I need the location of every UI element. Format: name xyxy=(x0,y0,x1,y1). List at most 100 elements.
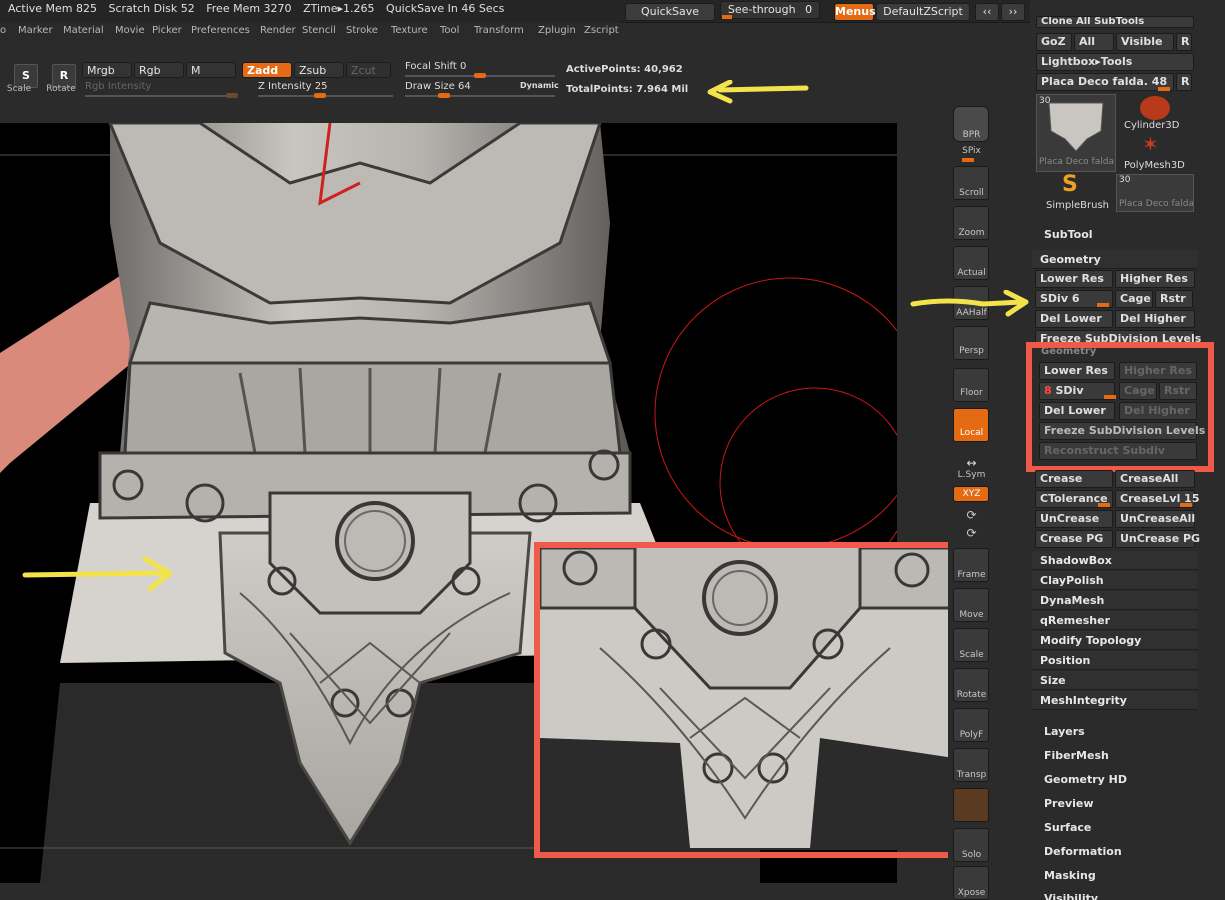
crease-all-button[interactable]: CreaseAll xyxy=(1115,470,1195,488)
inset-higher-res-button[interactable]: Higher Res xyxy=(1119,362,1197,380)
higher-res-button[interactable]: Higher Res xyxy=(1115,270,1195,288)
menu-item-zscript[interactable]: Zscript xyxy=(584,25,619,36)
menu-item-stencil[interactable]: Stencil xyxy=(302,25,336,36)
m-button[interactable]: M xyxy=(186,62,236,78)
layers-section[interactable]: Layers xyxy=(1044,725,1085,738)
dynamic-toggle[interactable]: Dynamic xyxy=(520,81,559,90)
menus-button[interactable]: Menus xyxy=(834,3,876,21)
surface-section[interactable]: Surface xyxy=(1044,821,1091,834)
menu-item-marker[interactable]: Marker xyxy=(18,25,53,36)
mrgb-button[interactable]: Mrgb xyxy=(82,62,132,78)
qremesher-section[interactable]: qRemesher xyxy=(1032,611,1198,630)
right-shelf: BPR SPix Scroll Zoom Actual AAHalf Persp… xyxy=(948,100,995,900)
visibility-section[interactable]: Visibility xyxy=(1044,892,1098,900)
del-higher-button[interactable]: Del Higher xyxy=(1115,310,1195,328)
draw-size-knob[interactable] xyxy=(438,93,450,98)
rgb-intensity-slider[interactable] xyxy=(85,95,237,97)
zsub-button[interactable]: Zsub xyxy=(294,62,344,78)
visible-button[interactable]: Visible xyxy=(1116,33,1174,51)
deformation-section[interactable]: Deformation xyxy=(1044,845,1122,858)
del-lower-button[interactable]: Del Lower xyxy=(1035,310,1113,328)
rgb-button[interactable]: Rgb xyxy=(134,62,184,78)
masking-section[interactable]: Masking xyxy=(1044,869,1096,882)
simplebrush-icon[interactable]: S xyxy=(1062,174,1078,196)
preview-section[interactable]: Preview xyxy=(1044,797,1094,810)
ghost-icon[interactable] xyxy=(953,788,989,822)
crease-lvl-knob[interactable] xyxy=(1180,503,1192,507)
default-zscript-button[interactable]: DefaultZScript xyxy=(876,3,970,21)
crease-pg-button[interactable]: Crease PG xyxy=(1035,530,1113,548)
clone-all-subtools-button[interactable]: Clone All SubTools xyxy=(1036,16,1194,28)
tool-thumb-placa[interactable]: 30 Placa Deco falda xyxy=(1036,94,1116,172)
see-through-knob[interactable] xyxy=(722,15,732,19)
all-button[interactable]: All xyxy=(1074,33,1114,51)
polymesh-star-icon[interactable]: ✶ xyxy=(1142,134,1159,154)
menu-item-tool[interactable]: Tool xyxy=(440,25,459,36)
geometry-section-header[interactable]: Geometry xyxy=(1032,250,1198,269)
inset-del-higher-button[interactable]: Del Higher xyxy=(1119,402,1197,420)
zadd-button[interactable]: Zadd xyxy=(242,62,292,78)
menu-item-material[interactable]: Material xyxy=(63,25,104,36)
menu-item-texture[interactable]: Texture xyxy=(391,25,428,36)
menu-item-picker[interactable]: Picker xyxy=(152,25,182,36)
inset-cage-button[interactable]: Cage xyxy=(1119,382,1157,400)
focal-shift-knob[interactable] xyxy=(474,73,486,78)
rgb-intensity-knob[interactable] xyxy=(226,93,238,98)
menu-item-o[interactable]: o xyxy=(0,25,6,36)
crease-button[interactable]: Crease xyxy=(1035,470,1113,488)
inset-lower-res-button[interactable]: Lower Res xyxy=(1039,362,1115,380)
sdiv-knob[interactable] xyxy=(1097,303,1109,307)
menu-item-render[interactable]: Render xyxy=(260,25,296,36)
draw-size-slider[interactable] xyxy=(405,95,555,97)
fibermesh-section[interactable]: FiberMesh xyxy=(1044,749,1109,762)
menu-item-transform[interactable]: Transform xyxy=(474,25,524,36)
see-through-slider[interactable]: See-through 0 xyxy=(720,1,820,19)
lower-res-button[interactable]: Lower Res xyxy=(1035,270,1113,288)
tool-thumb-placa-2[interactable]: 30 Placa Deco falda xyxy=(1116,174,1194,212)
cylinder-icon[interactable] xyxy=(1140,96,1170,120)
forward-icon[interactable]: ›› xyxy=(1001,3,1025,21)
uncrease-button[interactable]: UnCrease xyxy=(1035,510,1113,528)
annotation-arrow-points xyxy=(707,80,809,104)
menu-item-movie[interactable]: Movie xyxy=(115,25,145,36)
z-intensity-knob[interactable] xyxy=(314,93,326,98)
inset-sdiv-knob[interactable] xyxy=(1104,395,1116,399)
quicksave-button[interactable]: QuickSave xyxy=(625,3,715,21)
current-tool-slider[interactable]: Placa Deco falda. 48 xyxy=(1036,73,1174,91)
modify-topology-section[interactable]: Modify Topology xyxy=(1032,631,1198,650)
r-button-2[interactable]: R xyxy=(1176,73,1192,91)
subtool-section[interactable]: SubTool xyxy=(1044,228,1093,241)
r-button[interactable]: R xyxy=(1176,33,1192,51)
claypolish-section[interactable]: ClayPolish xyxy=(1032,571,1198,590)
menu-item-preferences[interactable]: Preferences xyxy=(191,25,250,36)
geometry-hd-section[interactable]: Geometry HD xyxy=(1044,773,1127,786)
meshintegrity-section[interactable]: MeshIntegrity xyxy=(1032,691,1198,710)
rewind-icon[interactable]: ‹‹ xyxy=(975,3,999,21)
inset-rstr-button[interactable]: Rstr xyxy=(1159,382,1197,400)
rstr-button[interactable]: Rstr xyxy=(1155,290,1193,308)
ctolerance-knob[interactable] xyxy=(1098,503,1110,507)
lightbox-tools-button[interactable]: Lightbox▸Tools xyxy=(1036,53,1194,71)
goz-button[interactable]: GoZ xyxy=(1036,33,1072,51)
menu-item-stroke[interactable]: Stroke xyxy=(346,25,378,36)
current-tool-knob[interactable] xyxy=(1158,87,1170,91)
cage-button[interactable]: Cage xyxy=(1115,290,1153,308)
dynamesh-section[interactable]: DynaMesh xyxy=(1032,591,1198,610)
uncrease-all-button[interactable]: UnCreaseAll xyxy=(1115,510,1195,528)
shadowbox-section[interactable]: ShadowBox xyxy=(1032,551,1198,570)
inset-reconstruct-button[interactable]: Reconstruct Subdiv xyxy=(1039,442,1197,460)
uncrease-pg-button[interactable]: UnCrease PG xyxy=(1115,530,1200,548)
rotate-z-icon[interactable]: ⟳ xyxy=(948,526,995,540)
thumb5-count: 30 xyxy=(1119,175,1131,185)
lsym-icon[interactable]: ↔ xyxy=(948,456,995,470)
zcut-button[interactable]: Zcut xyxy=(346,62,391,78)
inset-del-lower-button[interactable]: Del Lower xyxy=(1039,402,1115,420)
see-through-label: See-through xyxy=(727,3,796,16)
rotate-y-icon[interactable]: ⟳ xyxy=(948,508,995,522)
spix-slider-knob[interactable] xyxy=(962,158,974,162)
inset-freeze-button[interactable]: Freeze SubDivision Levels xyxy=(1039,422,1205,440)
menu-item-zplugin[interactable]: Zplugin xyxy=(538,25,576,36)
size-section[interactable]: Size xyxy=(1032,671,1198,690)
focal-shift-label: Focal Shift 0 xyxy=(405,61,467,72)
position-section[interactable]: Position xyxy=(1032,651,1198,670)
